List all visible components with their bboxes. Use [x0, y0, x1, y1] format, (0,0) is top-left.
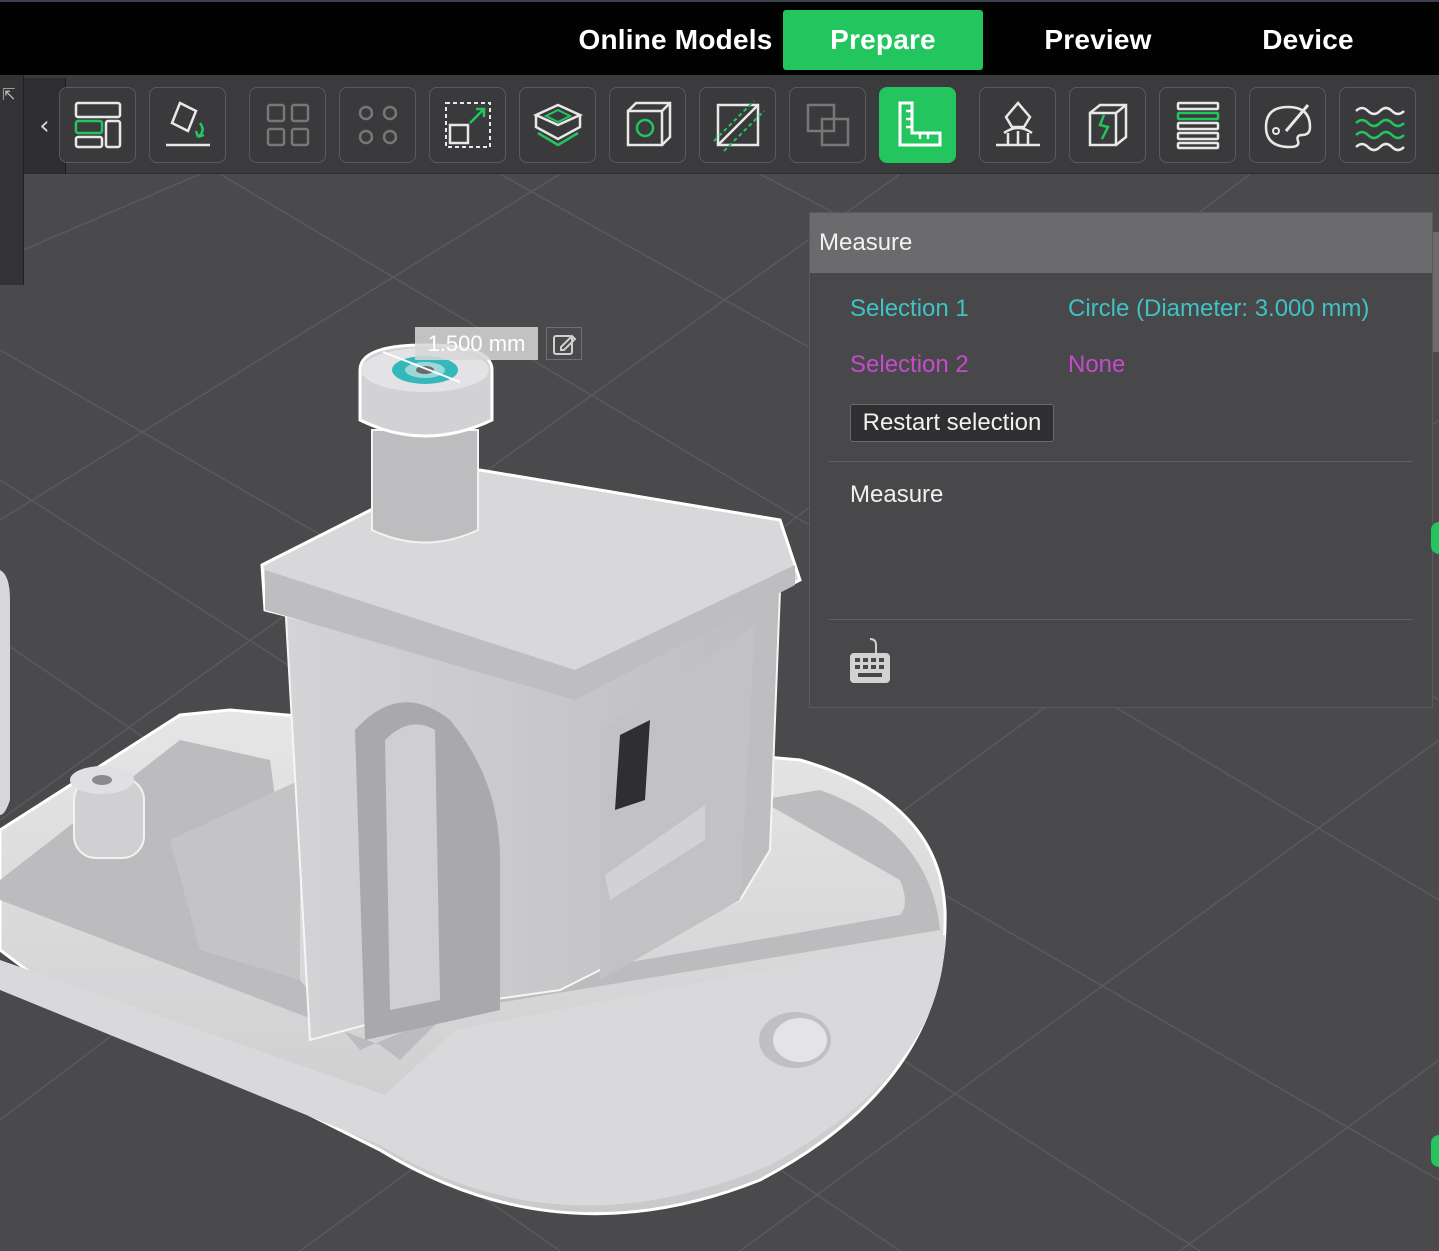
side-tab-indicator[interactable]: [1431, 1135, 1439, 1167]
color-paint-button[interactable]: [1249, 87, 1326, 163]
side-scrollbar[interactable]: [1433, 232, 1439, 352]
restart-selection-button[interactable]: Restart selection: [850, 404, 1054, 442]
cut-cube-icon: [626, 101, 671, 147]
divider: [828, 619, 1413, 620]
lay-on-face-icon: [165, 101, 210, 147]
measure-panel: Measure Selection 1 Circle (Diameter: 3.…: [809, 212, 1433, 708]
cut-icon: [712, 100, 765, 152]
arrange-icon: [74, 101, 121, 149]
selection-1-value: Circle (Diameter: 3.000 mm): [1068, 295, 1370, 322]
tab-preview[interactable]: Preview: [1003, 10, 1193, 70]
arrange-button[interactable]: [59, 87, 136, 163]
split-objects-icon: [266, 103, 309, 147]
plate-icon: [532, 103, 583, 147]
divider: [828, 461, 1413, 462]
keyboard-icon: [850, 638, 890, 683]
support-paint-icon: [995, 101, 1040, 147]
edit-icon: [553, 334, 577, 355]
measure-panel-title: Measure: [810, 213, 1432, 273]
left-side-panel[interactable]: ⇱: [0, 75, 24, 285]
split-parts-button[interactable]: [339, 87, 416, 163]
fuzzy-skin-icon: [1354, 106, 1405, 152]
scale-button[interactable]: [429, 87, 506, 163]
selection-2-label: Selection 2: [850, 351, 969, 378]
split-objects-button[interactable]: [249, 87, 326, 163]
dimension-value-label: 1.500 mm: [415, 327, 538, 360]
variable-layer-height-icon: [1176, 101, 1219, 150]
tab-device[interactable]: Device: [1218, 10, 1398, 70]
partial-object[interactable]: [0, 570, 10, 815]
cut-button[interactable]: [699, 87, 776, 163]
app-window: 1.500 mm ⇱ Online Models Prepare Preview…: [0, 0, 1439, 1251]
top-navigation-bar: Online Models Prepare Preview Device: [0, 0, 1439, 75]
lay-on-face-button[interactable]: [149, 87, 226, 163]
expand-icon[interactable]: ⇱: [2, 85, 16, 107]
tab-online-models[interactable]: Online Models: [568, 10, 783, 70]
fuzzy-skin-button[interactable]: [1339, 87, 1416, 163]
edit-dimension-button[interactable]: [546, 327, 582, 360]
selection-2-value: None: [1068, 351, 1126, 378]
selection-1-label: Selection 1: [850, 295, 969, 322]
support-paint-button[interactable]: [979, 87, 1056, 163]
side-tab-indicator[interactable]: [1431, 522, 1439, 554]
plate-button[interactable]: [519, 87, 596, 163]
variable-layer-height-button[interactable]: [1159, 87, 1236, 163]
tab-prepare[interactable]: Prepare: [783, 10, 983, 70]
seam-paint-icon: [1088, 103, 1127, 147]
measure-icon: [898, 101, 941, 147]
scale-icon: [444, 102, 491, 148]
boolean-icon: [806, 103, 849, 147]
seam-paint-button[interactable]: [1069, 87, 1146, 163]
color-paint-icon: [1264, 104, 1311, 149]
cut-cube-button[interactable]: [609, 87, 686, 163]
measure-button[interactable]: [879, 87, 956, 163]
boolean-button[interactable]: [789, 87, 866, 163]
split-parts-icon: [358, 105, 397, 145]
keyboard-shortcuts-button[interactable]: [846, 635, 894, 689]
measure-section-label: Measure: [850, 481, 944, 508]
